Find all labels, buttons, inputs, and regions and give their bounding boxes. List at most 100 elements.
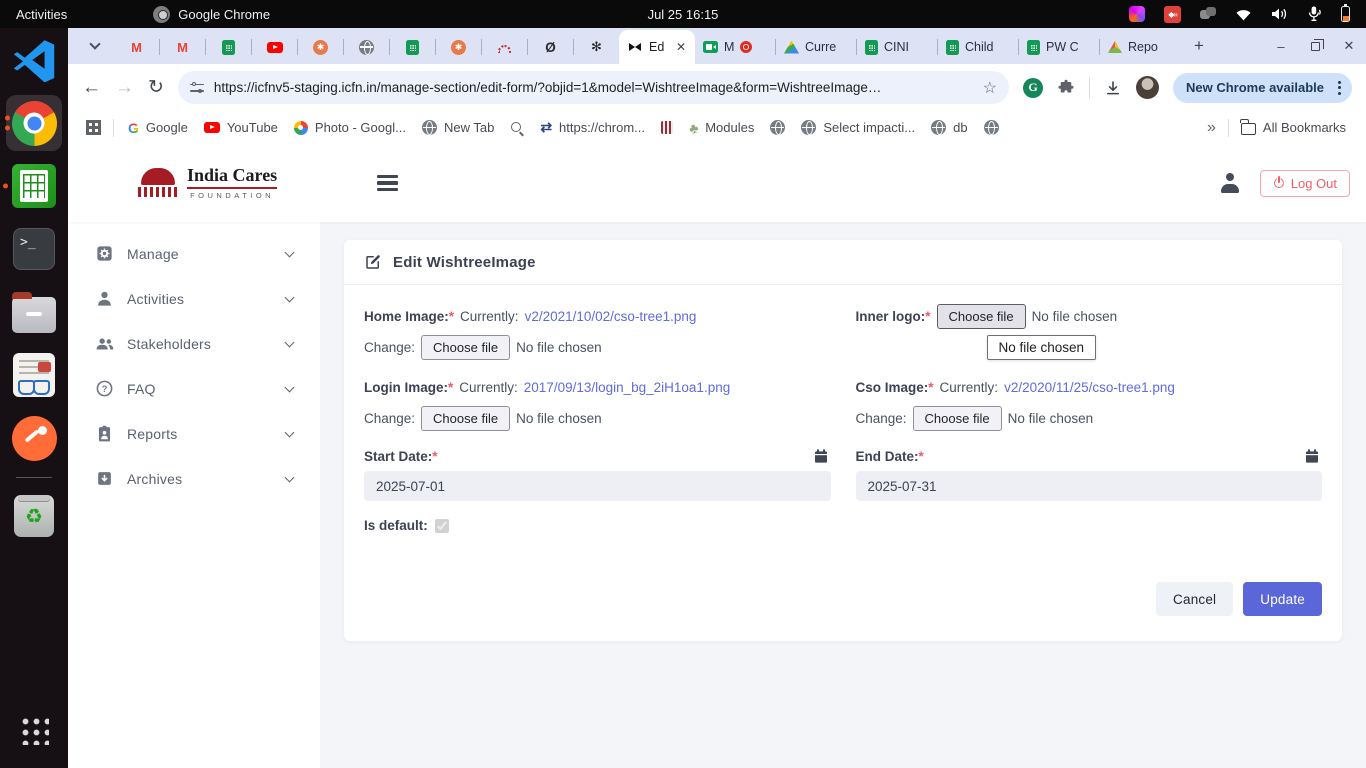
sidebar-item-label: FAQ (127, 381, 286, 397)
sidebar-item-label: Stakeholders (127, 336, 286, 352)
sidebar-item-faq[interactable]: ?FAQ (68, 366, 320, 411)
update-button[interactable]: Update (1243, 582, 1322, 616)
home-image-change-label: Change: (364, 340, 415, 355)
calendar-icon[interactable] (813, 448, 829, 464)
sidebar-item-reports[interactable]: Reports (68, 411, 320, 456)
cso-image-choose-file-button[interactable]: Choose file (913, 406, 1002, 431)
dock-item-libreoffice-calc[interactable] (4, 158, 64, 214)
bookmark-globe[interactable] (762, 117, 793, 138)
tab-repo[interactable]: Repo (1100, 30, 1180, 64)
start-date-input[interactable] (364, 471, 831, 501)
youtube-favicon (267, 42, 283, 53)
tab-search-button[interactable] (82, 33, 108, 59)
dock-item-show-applications[interactable] (4, 702, 64, 758)
india-cares-logo[interactable]: India Cares FOUNDATION (138, 166, 277, 200)
close-tab-icon[interactable]: ✕ (675, 40, 687, 54)
tab-cini[interactable]: CINI (857, 30, 937, 64)
bookmark-modules[interactable]: ♣Modules (681, 117, 762, 139)
grammarly-extension-icon[interactable]: G (1023, 78, 1043, 98)
tab-claude[interactable]: ✱ (436, 30, 481, 64)
tab-youtube[interactable] (252, 30, 297, 64)
home-image-current-file-link[interactable]: v2/2021/10/02/cso-tree1.png (525, 309, 697, 324)
cancel-button[interactable]: Cancel (1156, 582, 1233, 616)
bookmark-label: https://chrom... (559, 120, 645, 135)
dock-item-terminal[interactable]: >_ (4, 221, 64, 277)
inner-logo-choose-file-button[interactable]: Choose file (937, 304, 1026, 329)
downloads-icon[interactable] (1104, 79, 1122, 97)
all-bookmarks-button[interactable]: All Bookmarks (1233, 117, 1354, 138)
bookmark-youtube[interactable]: YouTube (196, 117, 286, 138)
cso-image-current-file-link[interactable]: v2/2020/11/25/cso-tree1.png (1004, 380, 1175, 395)
tab-gmail[interactable]: M (160, 30, 205, 64)
login-image-choose-file-button[interactable]: Choose file (421, 406, 510, 431)
tab-globe[interactable] (344, 30, 389, 64)
bookmark-photo-googl[interactable]: Photo - Googl... (286, 117, 414, 138)
tab-curre[interactable]: Curre (776, 30, 856, 64)
logout-button[interactable]: Log Out (1260, 170, 1350, 197)
sidebar-item-stakeholders[interactable]: Stakeholders (68, 321, 320, 366)
bookmark-search[interactable] (502, 118, 532, 138)
calendar-icon[interactable] (1304, 448, 1320, 464)
sidebar-item-archives[interactable]: Archives (68, 456, 320, 501)
bookmark-https-chrom[interactable]: ⇄https://chrom... (532, 116, 653, 139)
user-profile-icon[interactable] (1220, 173, 1240, 193)
home-image-choose-file-button[interactable]: Choose file (421, 335, 510, 360)
apps-grid-icon[interactable] (86, 120, 101, 135)
tab-claude[interactable]: ✱ (298, 30, 343, 64)
system-tray[interactable]: ◆» (1129, 6, 1366, 23)
tab-arc[interactable] (482, 30, 527, 64)
chrome-update-button[interactable]: New Chrome available (1173, 73, 1352, 103)
url-text[interactable]: https://icfnv5-staging.icfn.in/manage-se… (214, 80, 973, 95)
tab-openai[interactable]: ✻ (574, 30, 619, 64)
dock-item-trash[interactable]: ♻ (4, 488, 64, 544)
dock-item-postman[interactable] (4, 410, 64, 466)
back-button[interactable]: ← (82, 77, 101, 99)
end-date-input[interactable] (856, 471, 1323, 501)
sidebar-toggle-button[interactable] (373, 171, 402, 196)
gmail-favicon: M (129, 39, 145, 55)
bookmark-google[interactable]: GGoogle (120, 117, 196, 139)
forward-button[interactable]: → (115, 77, 134, 99)
sidebar-item-manage[interactable]: Manage (68, 231, 320, 276)
activities-button[interactable]: Activities (0, 0, 83, 28)
dock-item-google-chrome[interactable] (6, 95, 62, 151)
tab-gmail[interactable]: M (114, 30, 159, 64)
tab-sheets[interactable] (206, 30, 251, 64)
bookmark-star-icon[interactable]: ☆ (983, 78, 997, 98)
bookmarks-overflow-button[interactable]: » (1199, 116, 1224, 140)
trash-icon: ♻ (14, 495, 54, 537)
tab-pw-c[interactable]: PW C (1019, 30, 1099, 64)
tab-child[interactable]: Child (938, 30, 1018, 64)
bookmark-select-impacti[interactable]: Select impacti... (793, 117, 923, 138)
close-window-button[interactable]: ✕ (1332, 28, 1366, 64)
focused-app-menu[interactable]: Google Chrome (143, 0, 280, 28)
tab-null[interactable]: Ø (528, 30, 573, 64)
minimize-button[interactable]: – (1264, 28, 1298, 64)
bookmark-db[interactable]: db (923, 117, 975, 138)
new-tab-button[interactable]: + (1186, 33, 1212, 59)
tab-active-edit-wishtreeimage[interactable]: Ed ✕ (619, 30, 695, 64)
bookmark-globe[interactable] (976, 117, 1007, 138)
screen-record-icon: ◆» (1164, 6, 1181, 23)
restore-button[interactable] (1298, 28, 1332, 64)
dock-item-document-viewer[interactable] (4, 347, 64, 403)
is-default-checkbox[interactable] (435, 519, 449, 533)
chrome-menu-icon[interactable] (1333, 81, 1346, 95)
sidebar-item-activities[interactable]: Activities (68, 276, 320, 321)
login-image-current-file-link[interactable]: 2017/09/13/login_bg_2iH1oa1.png (524, 380, 730, 395)
reload-button[interactable]: ↻ (148, 76, 164, 99)
tab-sheets[interactable] (390, 30, 435, 64)
bookmark-pattern[interactable] (653, 118, 681, 137)
tab-m[interactable]: M (695, 30, 775, 64)
extensions-icon[interactable] (1057, 79, 1075, 97)
vscode-icon (12, 38, 56, 82)
profile-avatar[interactable] (1136, 76, 1159, 99)
address-bar[interactable]: https://icfnv5-staging.icfn.in/manage-se… (178, 71, 1009, 104)
sidebar-nav: ManageActivities Stakeholders ?FAQReportsA… (68, 222, 320, 768)
youtube-icon (204, 122, 220, 133)
site-settings-icon[interactable] (190, 82, 204, 94)
dock-item-files[interactable] (4, 284, 64, 340)
dock-item-vscode[interactable] (4, 32, 64, 88)
claude-favicon: ✱ (313, 40, 328, 55)
bookmark-new-tab[interactable]: New Tab (414, 117, 502, 138)
